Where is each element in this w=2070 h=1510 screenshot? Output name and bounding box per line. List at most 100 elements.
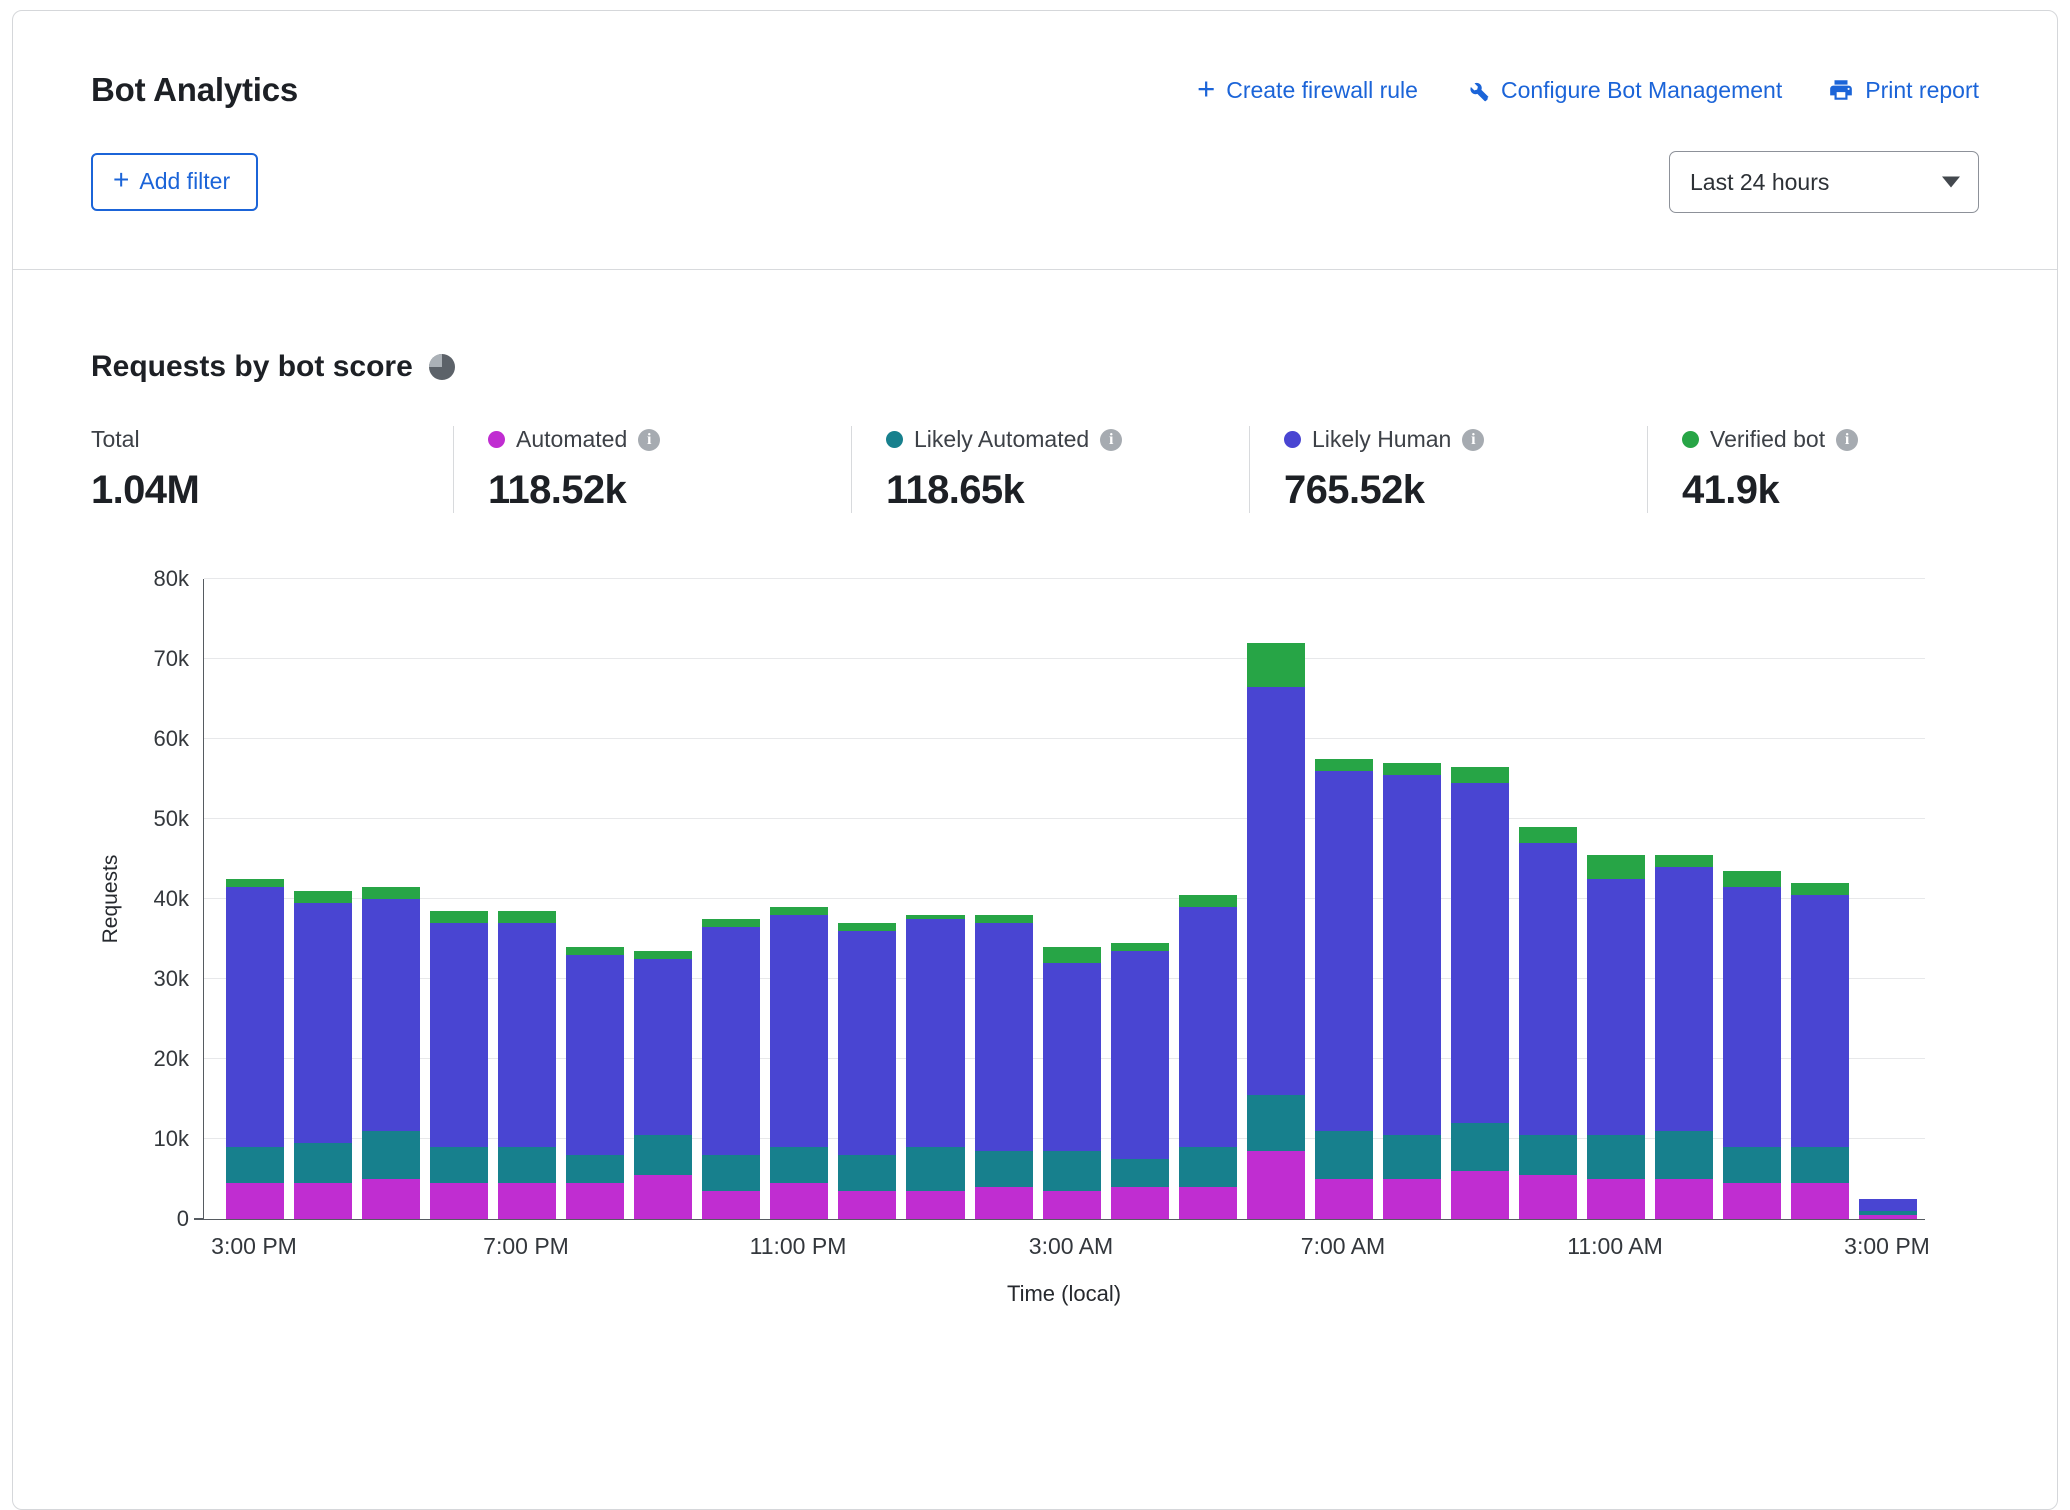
bar-segment-likely-human[interactable] <box>1859 1199 1917 1211</box>
stacked-bar[interactable] <box>226 579 284 1219</box>
stacked-bar[interactable] <box>430 579 488 1219</box>
bar-segment-verified-bot[interactable] <box>362 887 420 899</box>
bar-segment-likely-automated[interactable] <box>702 1155 760 1191</box>
bar-segment-likely-automated[interactable] <box>362 1131 420 1179</box>
bar-segment-verified-bot[interactable] <box>1043 947 1101 963</box>
bar-segment-automated[interactable] <box>430 1183 488 1219</box>
stacked-bar[interactable] <box>294 579 352 1219</box>
bar-segment-verified-bot[interactable] <box>1655 855 1713 867</box>
bar-segment-likely-automated[interactable] <box>906 1147 964 1191</box>
bar-segment-automated[interactable] <box>1043 1191 1101 1219</box>
bar-segment-likely-human[interactable] <box>226 887 284 1147</box>
stacked-bar[interactable] <box>1315 579 1373 1219</box>
bar-segment-likely-human[interactable] <box>1043 963 1101 1151</box>
bar-segment-verified-bot[interactable] <box>226 879 284 887</box>
info-icon[interactable]: i <box>1836 429 1858 451</box>
stacked-bar[interactable] <box>838 579 896 1219</box>
stacked-bar[interactable] <box>362 579 420 1219</box>
bar-segment-likely-automated[interactable] <box>1723 1147 1781 1183</box>
bar-segment-likely-automated[interactable] <box>226 1147 284 1183</box>
info-icon[interactable]: i <box>1462 429 1484 451</box>
bar-segment-verified-bot[interactable] <box>702 919 760 927</box>
bar-segment-likely-automated[interactable] <box>566 1155 624 1183</box>
bar-segment-automated[interactable] <box>566 1183 624 1219</box>
create-firewall-rule-link[interactable]: + Create firewall rule <box>1197 76 1418 104</box>
bar-segment-likely-human[interactable] <box>498 923 556 1147</box>
bar-segment-likely-human[interactable] <box>566 955 624 1155</box>
bar-segment-likely-automated[interactable] <box>1315 1131 1373 1179</box>
bar-segment-likely-human[interactable] <box>1451 783 1509 1123</box>
stacked-bar[interactable] <box>1519 579 1577 1219</box>
bar-segment-automated[interactable] <box>226 1183 284 1219</box>
bar-segment-likely-human[interactable] <box>294 903 352 1143</box>
stacked-bar[interactable] <box>1655 579 1713 1219</box>
bar-segment-likely-human[interactable] <box>1315 771 1373 1131</box>
bar-segment-likely-automated[interactable] <box>1655 1131 1713 1179</box>
bar-segment-automated[interactable] <box>1315 1179 1373 1219</box>
stacked-bar[interactable] <box>634 579 692 1219</box>
bar-segment-verified-bot[interactable] <box>498 911 556 923</box>
bar-segment-likely-automated[interactable] <box>1451 1123 1509 1171</box>
info-icon[interactable]: i <box>638 429 660 451</box>
bar-segment-verified-bot[interactable] <box>1791 883 1849 895</box>
bar-segment-automated[interactable] <box>975 1187 1033 1219</box>
info-icon[interactable]: i <box>1100 429 1122 451</box>
stacked-bar[interactable] <box>498 579 556 1219</box>
stacked-bar[interactable] <box>1723 579 1781 1219</box>
bar-segment-automated[interactable] <box>1723 1183 1781 1219</box>
bar-segment-likely-human[interactable] <box>634 959 692 1135</box>
bar-segment-automated[interactable] <box>1247 1151 1305 1219</box>
bar-segment-automated[interactable] <box>702 1191 760 1219</box>
stacked-bar[interactable] <box>975 579 1033 1219</box>
bar-segment-verified-bot[interactable] <box>975 915 1033 923</box>
bar-segment-verified-bot[interactable] <box>1451 767 1509 783</box>
bar-segment-likely-human[interactable] <box>362 899 420 1131</box>
bar-segment-likely-human[interactable] <box>838 931 896 1155</box>
bar-segment-verified-bot[interactable] <box>566 947 624 955</box>
bar-segment-automated[interactable] <box>498 1183 556 1219</box>
bar-segment-likely-automated[interactable] <box>770 1147 828 1183</box>
bar-segment-likely-human[interactable] <box>1111 951 1169 1159</box>
bar-segment-automated[interactable] <box>906 1191 964 1219</box>
bar-segment-likely-automated[interactable] <box>975 1151 1033 1187</box>
bar-segment-likely-automated[interactable] <box>1247 1095 1305 1151</box>
bar-segment-likely-human[interactable] <box>1519 843 1577 1135</box>
bar-segment-verified-bot[interactable] <box>1315 759 1373 771</box>
bar-segment-likely-human[interactable] <box>1723 887 1781 1147</box>
bar-segment-automated[interactable] <box>294 1183 352 1219</box>
stacked-bar[interactable] <box>1043 579 1101 1219</box>
bar-segment-verified-bot[interactable] <box>1519 827 1577 843</box>
bar-segment-likely-automated[interactable] <box>1519 1135 1577 1175</box>
bar-segment-likely-human[interactable] <box>1791 895 1849 1147</box>
bar-segment-automated[interactable] <box>1111 1187 1169 1219</box>
stacked-bar[interactable] <box>1383 579 1441 1219</box>
stacked-bar[interactable] <box>906 579 964 1219</box>
bar-segment-likely-automated[interactable] <box>1791 1147 1849 1183</box>
bar-segment-likely-human[interactable] <box>1383 775 1441 1135</box>
bar-segment-automated[interactable] <box>1655 1179 1713 1219</box>
bar-segment-likely-human[interactable] <box>1179 907 1237 1147</box>
stacked-bar[interactable] <box>1179 579 1237 1219</box>
bar-segment-likely-human[interactable] <box>1247 687 1305 1095</box>
stacked-bar[interactable] <box>1451 579 1509 1219</box>
bar-segment-verified-bot[interactable] <box>1247 643 1305 687</box>
bar-segment-verified-bot[interactable] <box>1383 763 1441 775</box>
bar-segment-likely-automated[interactable] <box>1179 1147 1237 1187</box>
bar-segment-verified-bot[interactable] <box>430 911 488 923</box>
bar-segment-likely-human[interactable] <box>906 919 964 1147</box>
configure-bot-management-link[interactable]: Configure Bot Management <box>1464 77 1782 104</box>
bar-segment-likely-automated[interactable] <box>838 1155 896 1191</box>
bar-segment-verified-bot[interactable] <box>770 907 828 915</box>
bar-segment-verified-bot[interactable] <box>1111 943 1169 951</box>
bar-segment-automated[interactable] <box>1383 1179 1441 1219</box>
bar-segment-automated[interactable] <box>1859 1215 1917 1219</box>
bar-segment-automated[interactable] <box>1451 1171 1509 1219</box>
stacked-bar[interactable] <box>566 579 624 1219</box>
add-filter-button[interactable]: + Add filter <box>91 153 258 212</box>
bar-segment-likely-automated[interactable] <box>1587 1135 1645 1179</box>
bar-segment-verified-bot[interactable] <box>1723 871 1781 887</box>
bar-segment-verified-bot[interactable] <box>838 923 896 931</box>
stacked-bar[interactable] <box>1859 579 1917 1219</box>
bar-segment-verified-bot[interactable] <box>294 891 352 903</box>
stacked-bar[interactable] <box>1247 579 1305 1219</box>
